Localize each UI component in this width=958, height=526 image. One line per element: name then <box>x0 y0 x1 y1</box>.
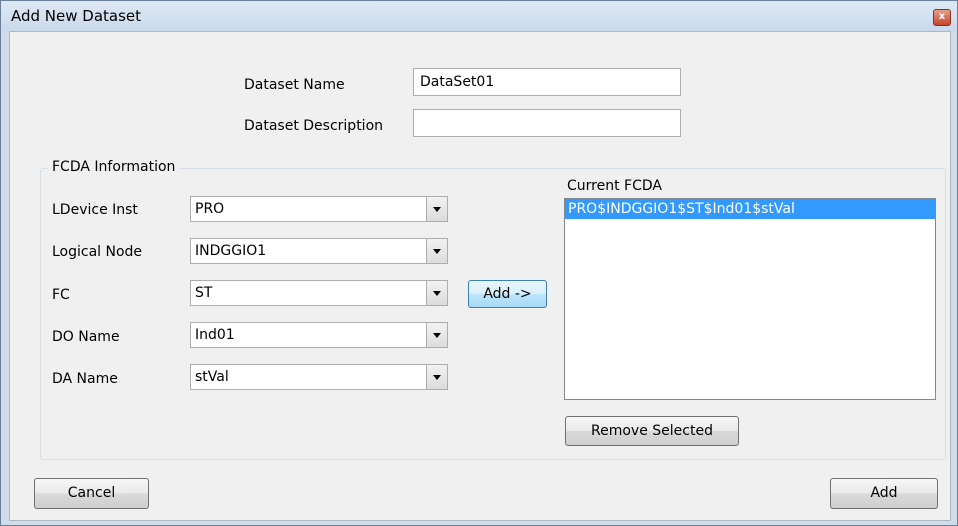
chevron-down-icon[interactable] <box>426 197 447 221</box>
title-bar[interactable]: Add New Dataset x <box>1 1 957 31</box>
dataset-description-input[interactable] <box>413 109 681 137</box>
do-name-value: Ind01 <box>195 327 235 343</box>
fc-combobox[interactable]: ST <box>190 280 448 306</box>
dialog-client-area: Dataset Name Dataset Description FCDA In… <box>9 31 951 521</box>
do-name-combobox[interactable]: Ind01 <box>190 322 448 348</box>
chevron-down-icon[interactable] <box>426 239 447 263</box>
close-icon: x <box>938 11 946 22</box>
list-item[interactable]: PRO$INDGGIO1$ST$Ind01$stVal <box>565 199 935 219</box>
window-title: Add New Dataset <box>11 7 142 25</box>
da-name-combobox[interactable]: stVal <box>190 364 448 390</box>
logical-node-combobox[interactable]: INDGGIO1 <box>190 238 448 264</box>
dataset-name-input[interactable] <box>413 68 681 96</box>
dataset-name-label: Dataset Name <box>244 77 345 93</box>
chevron-down-icon[interactable] <box>426 281 447 305</box>
cancel-button[interactable]: Cancel <box>34 478 149 509</box>
current-fcda-listbox[interactable]: PRO$INDGGIO1$ST$Ind01$stVal <box>564 198 936 400</box>
chevron-down-icon[interactable] <box>426 365 447 389</box>
fc-value: ST <box>195 285 213 301</box>
remove-selected-button[interactable]: Remove Selected <box>565 416 739 446</box>
dataset-description-label: Dataset Description <box>244 118 384 134</box>
ldevice-value: PRO <box>195 201 225 217</box>
ldevice-combobox[interactable]: PRO <box>190 196 448 222</box>
logical-node-label: Logical Node <box>52 244 143 260</box>
chevron-down-icon[interactable] <box>426 323 447 347</box>
dialog-window: Add New Dataset x Dataset Name Dataset D… <box>0 0 958 526</box>
fcda-group-legend: FCDA Information <box>48 159 180 175</box>
da-name-value: stVal <box>195 369 229 385</box>
fc-label: FC <box>52 287 70 303</box>
close-button[interactable]: x <box>933 9 951 26</box>
logical-node-value: INDGGIO1 <box>195 243 267 259</box>
current-fcda-label: Current FCDA <box>567 178 662 194</box>
da-name-label: DA Name <box>52 371 118 387</box>
add-fcda-button[interactable]: Add -> <box>468 280 547 308</box>
ldevice-label: LDevice Inst <box>52 202 138 218</box>
add-dataset-button[interactable]: Add <box>830 478 938 509</box>
do-name-label: DO Name <box>52 329 120 345</box>
